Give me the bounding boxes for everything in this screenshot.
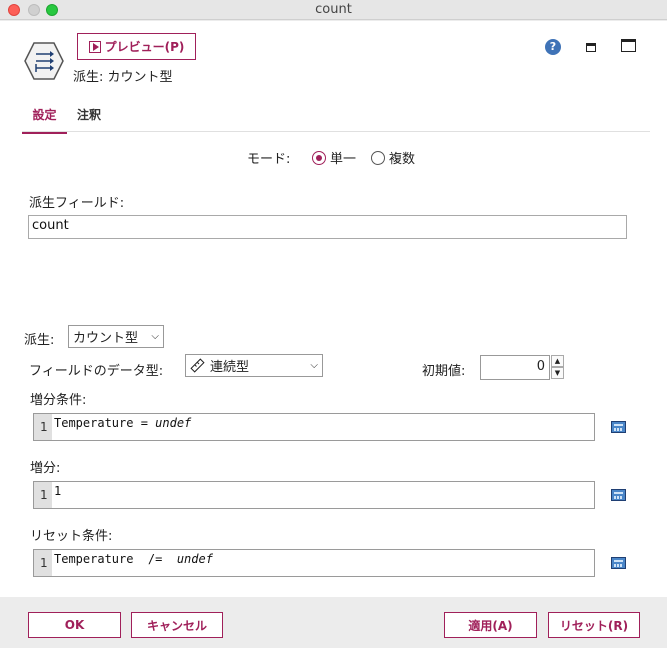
code-keyword: undef	[155, 416, 192, 430]
tab-divider	[22, 131, 650, 132]
window-title: count	[315, 2, 352, 17]
chevron-down-icon: ⌵	[151, 331, 159, 342]
stepper-down-icon[interactable]: ▼	[551, 367, 564, 379]
increment-code: 1	[54, 484, 62, 498]
initial-value-input[interactable]: 0	[480, 355, 550, 380]
maximize-panel-icon[interactable]	[621, 39, 636, 52]
tab-annotations[interactable]: 注釈	[77, 106, 101, 123]
mode-multiple-radio[interactable]: 複数	[371, 148, 415, 167]
chevron-down-icon: ⌵	[310, 360, 318, 371]
field-data-type-label: フィールドのデータ型:	[29, 364, 164, 379]
code-keyword: undef	[176, 552, 213, 566]
reset-condition-label: リセット条件:	[30, 529, 113, 544]
initial-value-label: 初期値:	[422, 364, 466, 379]
minimize-panel-icon[interactable]	[586, 43, 596, 52]
ruler-icon	[190, 358, 205, 373]
derive-type-select[interactable]: カウント型 ⌵	[68, 325, 164, 348]
code-text: Temperature /=	[54, 552, 177, 566]
radio-checked-icon	[312, 150, 326, 165]
increment-condition-editor[interactable]: 1 Temperature = undef	[33, 413, 595, 441]
increment-condition-code: Temperature = undef	[52, 414, 191, 440]
radio-unchecked-icon	[371, 150, 385, 165]
preview-button[interactable]: プレビュー(P)	[77, 33, 196, 60]
reset-condition-code: Temperature /= undef	[52, 550, 213, 576]
stepper-up-icon[interactable]: ▲	[551, 355, 564, 367]
increment-condition-label: 増分条件:	[30, 393, 87, 408]
title-bar: count	[0, 0, 667, 20]
mode-single-label: 単一	[330, 152, 357, 167]
derive-field-label: 派生フィールド:	[29, 196, 125, 211]
tab-settings[interactable]: 設定	[22, 106, 67, 134]
derive-type-value: カウント型	[73, 331, 139, 346]
node-title: 派生: カウント型	[73, 70, 173, 85]
cancel-button[interactable]: キャンセル	[131, 612, 223, 638]
expression-builder-icon[interactable]	[611, 421, 626, 433]
increment-editor[interactable]: 1 1	[33, 481, 595, 509]
line-number: 1	[34, 482, 52, 508]
field-data-type-select[interactable]: 連続型 ⌵	[185, 354, 323, 377]
reset-condition-editor[interactable]: 1 Temperature /= undef	[33, 549, 595, 577]
mode-multiple-label: 複数	[389, 152, 416, 167]
help-icon[interactable]: ?	[545, 39, 561, 55]
line-number: 1	[34, 414, 52, 440]
field-data-type-value: 連続型	[210, 360, 250, 375]
derive-node-icon	[24, 42, 64, 80]
derive-field-input[interactable]: count	[28, 215, 627, 239]
derive-type-label: 派生:	[24, 333, 55, 348]
expression-builder-icon[interactable]	[611, 557, 626, 569]
mode-single-radio[interactable]: 単一	[312, 148, 356, 167]
dialog-content: プレビュー(P) 派生: カウント型 ? 設定 注釈 モード: 単一 複数 派生…	[0, 21, 667, 597]
reset-button[interactable]: リセット(R)	[548, 612, 640, 638]
mode-label: モード:	[247, 152, 291, 167]
ok-button[interactable]: OK	[28, 612, 121, 638]
line-number: 1	[34, 550, 52, 576]
expression-builder-icon[interactable]	[611, 489, 626, 501]
play-icon	[88, 40, 101, 53]
apply-button[interactable]: 適用(A)	[444, 612, 537, 638]
increment-label: 増分:	[30, 461, 61, 476]
code-text: Temperature =	[54, 416, 156, 430]
preview-button-label: プレビュー(P)	[104, 40, 185, 54]
initial-value-stepper[interactable]: ▲ ▼	[551, 355, 564, 380]
